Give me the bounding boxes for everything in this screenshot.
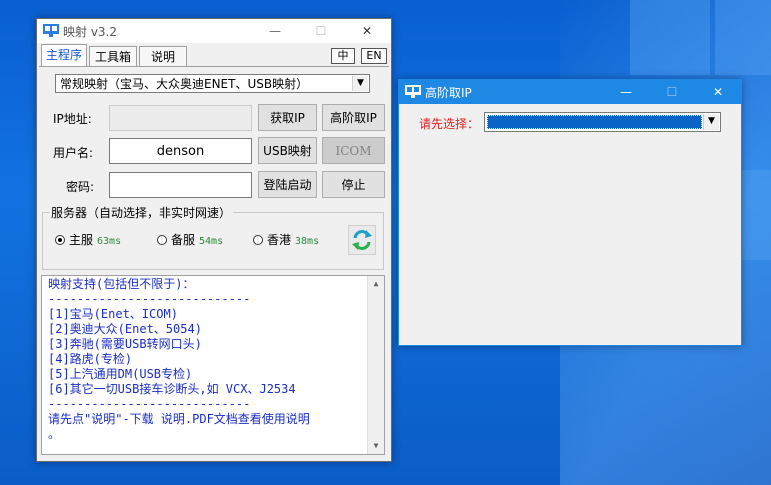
info-line: ---------------------------- [48, 292, 251, 306]
tab-panel-border [39, 66, 389, 67]
server-option-hongkong[interactable]: 香港 38ms [253, 231, 319, 248]
server-option-label: 主服 [69, 233, 94, 247]
advanced-ip-button[interactable]: 高阶取IP [322, 104, 385, 131]
password-field[interactable] [109, 172, 252, 198]
icom-button: ICOM [322, 137, 385, 164]
desktop-tile [715, 0, 771, 75]
server-option-backup[interactable]: 备服 54ms [157, 231, 223, 248]
info-line: [2]奥迪大众(Enet、5054) [48, 322, 202, 336]
close-button[interactable]: ✕ [344, 19, 390, 43]
info-line: [1]宝马(Enet、ICOM) [48, 307, 178, 321]
stop-button[interactable]: 停止 [322, 171, 385, 198]
info-line: [3]奔驰(需要USB转网口头) [48, 337, 202, 351]
lang-zh-button[interactable]: 中 [331, 48, 355, 64]
main-titlebar[interactable]: 映射 v3.2 — ☐ ✕ [37, 19, 391, 43]
app-icon [43, 24, 59, 37]
minimize-button[interactable]: — [252, 19, 298, 43]
advanced-ip-titlebar[interactable]: 高阶取IP — ☐ ✕ [399, 80, 741, 104]
info-line: 映射支持(包括但不限于)： [48, 277, 195, 291]
radio-icon [253, 235, 263, 245]
server-option-label: 香港 [267, 233, 292, 247]
maximize-button[interactable]: ☐ [649, 80, 695, 104]
app-icon [405, 85, 421, 98]
desktop-tile [630, 0, 710, 75]
get-ip-button[interactable]: 获取IP [258, 104, 317, 131]
server-latency: 38ms [295, 236, 320, 247]
mode-select[interactable]: 常规映射（宝马、大众奥迪ENET、USB映射） ▼ [55, 74, 370, 93]
advanced-ip-select[interactable]: ▼ [484, 112, 721, 132]
info-line: ---------------------------- [48, 397, 251, 411]
info-line: [6]其它一切USB接车诊断头,如 VCX、J2534 [48, 382, 296, 396]
username-field[interactable]: denson [109, 138, 252, 164]
info-line: 。 [48, 427, 61, 441]
mode-select-value: 常规映射（宝马、大众奥迪ENET、USB映射） [60, 77, 309, 91]
info-line: 请先点"说明"-下载 说明.PDF文档查看使用说明 [48, 412, 310, 426]
select-label: 请先选择： [419, 117, 480, 131]
server-group-title: 服务器（自动选择，非实时网速） [49, 204, 234, 221]
tab-toolbox[interactable]: 工具箱 [89, 46, 137, 66]
info-lines: 映射支持(包括但不限于)： ---------------------------… [42, 276, 384, 442]
login-start-button[interactable]: 登陆启动 [258, 171, 317, 198]
tab-instructions[interactable]: 说明 [139, 46, 187, 66]
ip-label: IP地址: [53, 112, 92, 126]
refresh-icon [352, 230, 372, 250]
ip-field [109, 105, 252, 131]
radio-selected-icon [55, 235, 65, 245]
info-scrollbar[interactable]: ▲ ▼ [367, 276, 384, 454]
lang-en-button[interactable]: EN [361, 48, 387, 64]
advanced-ip-window: 高阶取IP — ☐ ✕ 请先选择： ▼ [398, 79, 742, 346]
advanced-ip-select-value [487, 115, 702, 129]
minimize-button[interactable]: — [603, 80, 649, 104]
radio-icon [157, 235, 167, 245]
usb-map-button[interactable]: USB映射 [258, 137, 317, 164]
desktop-tile [742, 170, 771, 260]
tab-main-program[interactable]: 主程序 [41, 44, 87, 66]
scroll-up-icon[interactable]: ▲ [368, 276, 384, 292]
main-window-title: 映射 v3.2 [63, 25, 118, 39]
info-textarea[interactable]: 映射支持(包括但不限于)： ---------------------------… [41, 275, 385, 455]
advanced-ip-title: 高阶取IP [425, 86, 472, 100]
server-option-label: 备服 [171, 233, 196, 247]
maximize-button[interactable]: ☐ [298, 19, 344, 43]
scroll-down-icon[interactable]: ▼ [368, 438, 384, 454]
info-line: [4]路虎(专检) [48, 352, 133, 366]
chevron-down-icon[interactable]: ▼ [352, 76, 368, 91]
refresh-button[interactable] [348, 225, 376, 255]
server-latency: 63ms [97, 236, 122, 247]
username-label: 用户名: [53, 146, 94, 160]
chevron-down-icon[interactable]: ▼ [703, 114, 719, 130]
close-button[interactable]: ✕ [695, 80, 741, 104]
server-option-main[interactable]: 主服 63ms [55, 231, 121, 248]
server-latency: 54ms [199, 236, 224, 247]
main-window: 映射 v3.2 — ☐ ✕ 主程序 工具箱 说明 中 EN 常规映射（宝马、大众… [36, 18, 392, 462]
info-line: [5]上汽通用DM(USB专检) [48, 367, 193, 381]
password-label: 密码: [66, 180, 95, 194]
